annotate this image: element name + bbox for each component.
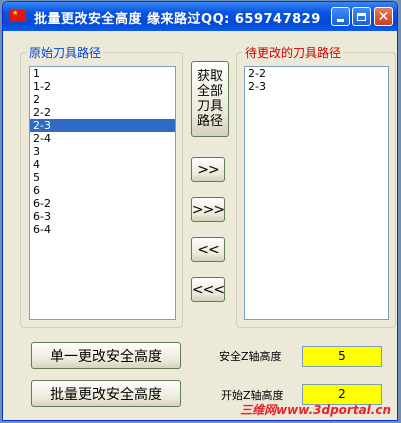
list-item[interactable]: 4: [30, 158, 175, 171]
window-title: 批量更改安全高度 缘来路过QQ: 659747829: [34, 12, 321, 27]
list-item[interactable]: 5: [30, 171, 175, 184]
close-button[interactable]: ✕: [374, 7, 393, 26]
single-change-button[interactable]: 单一更改安全高度: [31, 342, 181, 369]
original-toolpaths-list[interactable]: 1 1-2 2 2-2 2-3 2-4 3 4 5 6 6-2 6-3 6-4: [29, 66, 176, 320]
watermark: 三维网www.3dportal.cn: [240, 403, 391, 417]
move-all-right-button[interactable]: >>>: [191, 197, 225, 222]
list-item[interactable]: 6-2: [30, 197, 175, 210]
list-item[interactable]: 6-3: [30, 210, 175, 223]
maximize-button[interactable]: [352, 7, 371, 26]
list-item[interactable]: 2-2: [245, 67, 388, 80]
list-item[interactable]: 1-2: [30, 80, 175, 93]
list-item[interactable]: 2-3: [30, 119, 175, 132]
list-item[interactable]: 6-4: [30, 223, 175, 236]
original-toolpaths-label: 原始刀具路径: [27, 44, 104, 61]
minimize-button[interactable]: [331, 7, 350, 26]
flag-icon: ★: [10, 10, 26, 22]
list-item[interactable]: 6: [30, 184, 175, 197]
list-item[interactable]: 2-3: [245, 80, 388, 93]
move-selected-left-button[interactable]: <<: [191, 237, 225, 262]
list-item[interactable]: 2: [30, 93, 175, 106]
safe-z-input[interactable]: 5: [302, 346, 382, 367]
fetch-all-toolpaths-button[interactable]: 获取全部刀具路径: [191, 61, 229, 137]
close-icon: ✕: [377, 8, 390, 25]
title-bar[interactable]: ★ 批量更改安全高度 缘来路过QQ: 659747829 ✕: [3, 2, 397, 31]
list-item[interactable]: 3: [30, 145, 175, 158]
pending-toolpaths-list[interactable]: 2-2 2-3: [244, 66, 389, 320]
maximize-icon: [357, 12, 366, 21]
list-item[interactable]: 2-2: [30, 106, 175, 119]
safe-z-label: 安全Z轴高度: [219, 350, 282, 363]
list-item[interactable]: 1: [30, 67, 175, 80]
pending-toolpaths-label: 待更改的刀具路径: [243, 44, 344, 61]
move-all-left-button[interactable]: <<<: [191, 277, 225, 302]
minimize-icon: [337, 19, 344, 22]
list-item[interactable]: 2-4: [30, 132, 175, 145]
move-selected-right-button[interactable]: >>: [191, 157, 225, 182]
batch-change-button[interactable]: 批量更改安全高度: [31, 380, 181, 407]
main-window: ★ 批量更改安全高度 缘来路过QQ: 659747829 ✕ 原始刀具路径 11…: [2, 1, 398, 421]
